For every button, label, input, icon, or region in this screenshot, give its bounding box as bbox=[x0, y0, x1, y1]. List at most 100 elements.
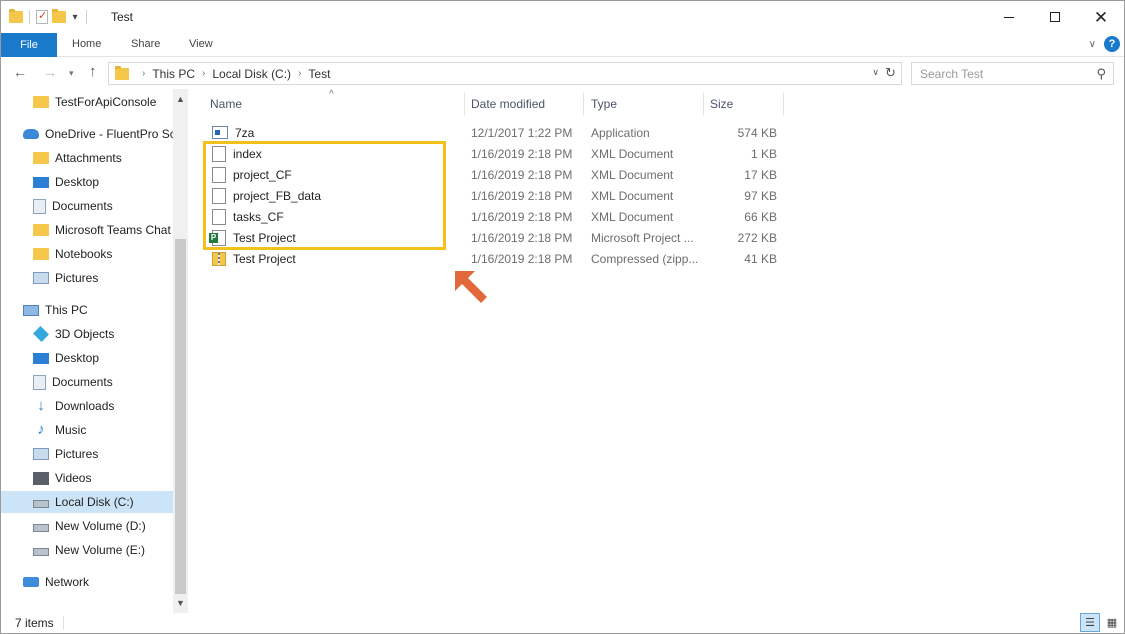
file-date: 1/16/2019 2:18 PM bbox=[471, 188, 573, 203]
breadcrumb-chevron-icon[interactable]: › bbox=[298, 68, 301, 79]
nav-item-microsoft-teams-chat[interactable]: Microsoft Teams Chat bbox=[33, 219, 171, 241]
minimize-button[interactable] bbox=[986, 1, 1032, 33]
nav-item-new-volume-e[interactable]: New Volume (E:) bbox=[33, 539, 145, 561]
file-row[interactable]: 7za 12/1/2017 1:22 PM Application 574 KB bbox=[209, 122, 789, 143]
nav-item-label: Notebooks bbox=[55, 247, 113, 261]
nav-item-network[interactable]: Network bbox=[23, 571, 89, 593]
maximize-button[interactable] bbox=[1032, 1, 1078, 33]
nav-item-testforapiconsole[interactable]: TestForApiConsole bbox=[33, 91, 156, 113]
onedrive-icon bbox=[23, 129, 39, 139]
large-icons-view-icon[interactable]: ▦ bbox=[1102, 613, 1122, 632]
status-bar: 7 items ☰ ▦ bbox=[1, 613, 1124, 633]
refresh-icon[interactable]: ↻ bbox=[885, 65, 896, 81]
customize-toolbar-dropdown-icon[interactable]: ▾ bbox=[70, 12, 80, 23]
breadcrumb-this-pc[interactable]: This PC bbox=[152, 67, 195, 81]
file-type: XML Document bbox=[591, 146, 674, 161]
nav-item-label: Documents bbox=[52, 199, 113, 213]
item-count: 7 items bbox=[15, 616, 54, 630]
scrollbar-thumb[interactable] bbox=[175, 239, 186, 594]
breadcrumb-local-disk[interactable]: Local Disk (C:) bbox=[212, 67, 291, 81]
breadcrumb-chevron-icon[interactable]: › bbox=[202, 68, 205, 79]
documents-icon bbox=[33, 198, 46, 214]
nav-item-label: Network bbox=[45, 575, 90, 589]
properties-icon[interactable] bbox=[36, 9, 48, 24]
address-dropdown-icon[interactable]: ∨ bbox=[872, 67, 879, 78]
tab-home[interactable]: Home bbox=[72, 38, 101, 50]
file-list: ^ Name Date modified Type Size 7za 12/1/… bbox=[189, 89, 1124, 613]
file-name: project_FB_data bbox=[233, 188, 322, 203]
tab-file[interactable]: File bbox=[1, 33, 57, 57]
file-type: XML Document bbox=[591, 167, 674, 182]
search-icon[interactable]: ⚲ bbox=[1096, 66, 1106, 82]
column-header-type[interactable]: Type bbox=[586, 92, 704, 116]
nav-item-label: Documents bbox=[52, 375, 113, 389]
column-header-name[interactable]: Name bbox=[205, 92, 465, 116]
nav-item-downloads[interactable]: ↓ Downloads bbox=[33, 395, 114, 417]
tab-share[interactable]: Share bbox=[131, 38, 160, 50]
nav-item-local-disk-c[interactable]: Local Disk (C:) bbox=[1, 491, 173, 513]
file-row[interactable]: Test Project 1/16/2019 2:18 PM Microsoft… bbox=[209, 227, 789, 248]
window-title: Test bbox=[111, 10, 134, 24]
file-row[interactable]: project_CF 1/16/2019 2:18 PM XML Documen… bbox=[209, 164, 789, 185]
close-button[interactable]: ✕ bbox=[1078, 1, 1124, 33]
search-input[interactable] bbox=[920, 66, 1090, 81]
folder-icon bbox=[9, 9, 23, 23]
back-arrow-icon[interactable]: ← bbox=[13, 64, 27, 80]
file-row[interactable]: index 1/16/2019 2:18 PM XML Document 1 K… bbox=[209, 143, 789, 164]
file-row[interactable]: tasks_CF 1/16/2019 2:18 PM XML Document … bbox=[209, 206, 789, 227]
nav-item-documents[interactable]: Documents bbox=[33, 371, 113, 393]
file-row[interactable]: Test Project 1/16/2019 2:18 PM Compresse… bbox=[209, 248, 789, 269]
navigation-bar: ← → ▾ ↑ › This PC › Local Disk (C:) › Te… bbox=[1, 58, 1124, 88]
file-type: XML Document bbox=[591, 188, 674, 203]
disk-icon bbox=[33, 500, 49, 508]
file-name: Test Project bbox=[233, 230, 296, 245]
application-icon bbox=[212, 126, 228, 139]
close-icon: ✕ bbox=[1093, 7, 1109, 27]
status-divider bbox=[63, 616, 64, 630]
3d-objects-icon bbox=[33, 326, 49, 342]
column-header-date-modified[interactable]: Date modified bbox=[466, 92, 584, 116]
nav-item-onedrive-documents[interactable]: Documents bbox=[33, 195, 113, 217]
file-size: 17 KB bbox=[744, 167, 777, 182]
folder-icon bbox=[33, 96, 49, 108]
expand-ribbon-icon[interactable]: ∨ bbox=[1089, 39, 1096, 50]
recent-locations-chevron-icon[interactable]: ▾ bbox=[69, 68, 74, 79]
address-bar[interactable]: › This PC › Local Disk (C:) › Test ∨ ↻ bbox=[108, 62, 902, 85]
breadcrumb-test[interactable]: Test bbox=[308, 67, 330, 81]
nav-item-attachments[interactable]: Attachments bbox=[33, 147, 122, 169]
nav-item-notebooks[interactable]: Notebooks bbox=[33, 243, 112, 265]
toolbar-separator bbox=[86, 10, 87, 24]
nav-item-3d-objects[interactable]: 3D Objects bbox=[33, 323, 114, 345]
file-size: 66 KB bbox=[744, 209, 777, 224]
nav-pane-scrollbar[interactable]: ▲ ▼ bbox=[173, 89, 188, 613]
forward-arrow-icon[interactable]: → bbox=[43, 64, 57, 80]
nav-item-label: Videos bbox=[55, 471, 92, 485]
column-header-size[interactable]: Size bbox=[705, 92, 784, 116]
up-arrow-icon[interactable]: ↑ bbox=[89, 63, 97, 80]
search-box[interactable]: ⚲ bbox=[911, 62, 1114, 85]
details-view-icon[interactable]: ☰ bbox=[1080, 613, 1100, 632]
nav-item-onedrive[interactable]: OneDrive - FluentPro Sc bbox=[23, 123, 173, 145]
nav-item-pictures[interactable]: Pictures bbox=[33, 443, 98, 465]
desktop-icon bbox=[33, 352, 49, 364]
nav-item-this-pc[interactable]: This PC bbox=[23, 299, 88, 321]
file-date: 1/16/2019 2:18 PM bbox=[471, 251, 573, 266]
nav-item-onedrive-pictures[interactable]: Pictures bbox=[33, 267, 98, 289]
downloads-icon: ↓ bbox=[37, 397, 45, 414]
help-icon[interactable]: ? bbox=[1104, 36, 1120, 52]
quick-access-toolbar: ▾ bbox=[9, 7, 89, 27]
new-folder-icon[interactable] bbox=[52, 9, 66, 23]
scroll-down-icon[interactable]: ▼ bbox=[173, 595, 188, 611]
nav-item-onedrive-desktop[interactable]: Desktop bbox=[33, 171, 99, 193]
file-row[interactable]: project_FB_data 1/16/2019 2:18 PM XML Do… bbox=[209, 185, 789, 206]
nav-item-desktop[interactable]: Desktop bbox=[33, 347, 99, 369]
file-name: tasks_CF bbox=[233, 209, 284, 224]
disk-icon bbox=[33, 548, 49, 556]
tab-view[interactable]: View bbox=[189, 38, 213, 50]
file-date: 1/16/2019 2:18 PM bbox=[471, 167, 573, 182]
nav-item-videos[interactable]: Videos bbox=[33, 467, 91, 489]
breadcrumb-chevron-icon[interactable]: › bbox=[142, 68, 145, 79]
nav-item-music[interactable]: ♪ Music bbox=[33, 419, 86, 441]
scroll-up-icon[interactable]: ▲ bbox=[173, 91, 188, 107]
nav-item-new-volume-d[interactable]: New Volume (D:) bbox=[33, 515, 146, 537]
